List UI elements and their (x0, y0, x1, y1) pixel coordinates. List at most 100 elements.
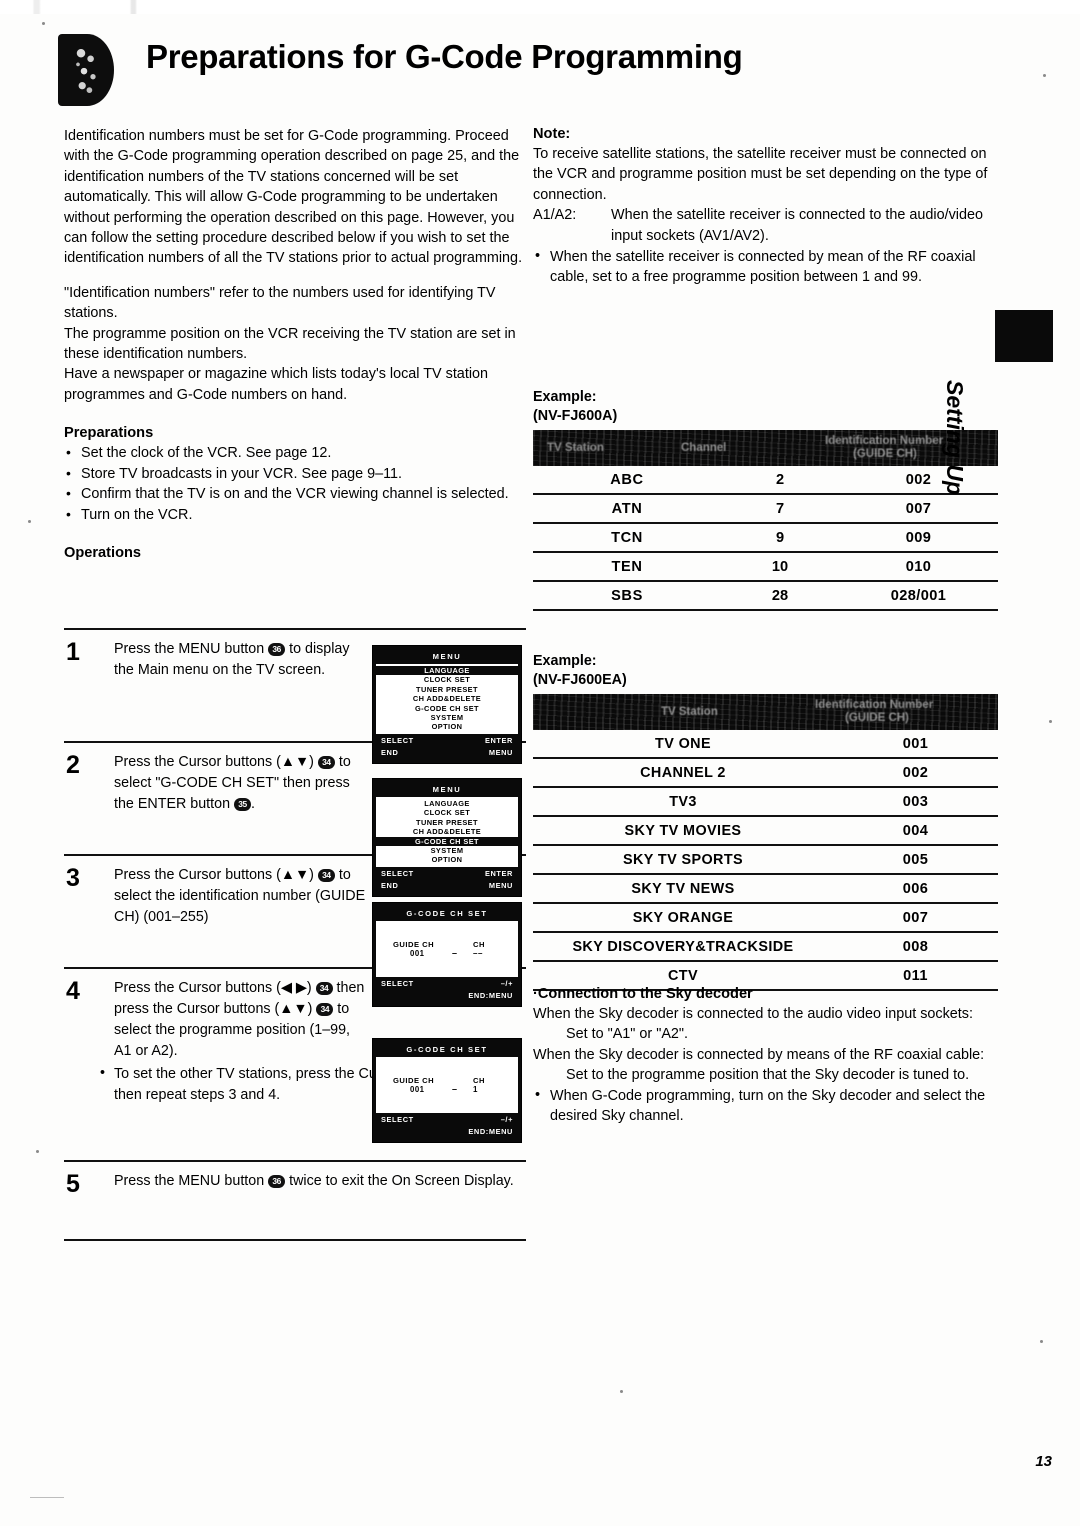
left-column: Identification numbers must be set for G… (64, 126, 526, 563)
tv-guide-ch-label: GUIDE CH (393, 940, 435, 949)
cell-station: SKY TV SPORTS (622, 851, 744, 868)
tv-dash-separator: – (452, 1084, 458, 1094)
cell-channel: 10 (771, 558, 789, 575)
list-item: Confirm that the TV is on and the VCR vi… (64, 483, 526, 504)
sky-line-4: Set to the programme position that the S… (566, 1067, 970, 1084)
step-text-part: Press the Cursor buttons (▲▼) (114, 867, 318, 883)
cell-id: 006 (902, 880, 929, 897)
tv-footer-menu: MENU (488, 747, 513, 757)
bullet-glyph: • (535, 1086, 541, 1103)
tv-screen-step-1: MENU LANGUAGE CLOCK SET TUNER PRESET CH … (372, 645, 522, 764)
tv-menu-item-gcode-ch-set: G-CODE CH SET (376, 836, 518, 847)
tv-gcode-title: G-CODE CH SET (406, 1045, 488, 1054)
step-number: 2 (66, 751, 80, 779)
step-text-part: Press the Cursor buttons (▲▼) (114, 754, 318, 770)
cell-channel: 28 (771, 587, 789, 604)
bullet-glyph: • (535, 248, 541, 265)
section-tab-label: Setting Up (942, 380, 968, 495)
tv-menu-item-clock-set: CLOCK SET (423, 675, 471, 685)
scan-speck (1040, 1340, 1043, 1343)
step-text: Press the Cursor buttons (◀ ▶) 34 then p… (114, 978, 368, 1062)
step-text: Press the MENU button 36 twice to exit t… (114, 1171, 520, 1192)
operations-heading: Operations (64, 544, 142, 561)
column-header-identification-number: Identification Number (815, 699, 934, 711)
note-heading: Note: (533, 126, 571, 142)
tv-menu-item-system: SYSTEM (430, 713, 464, 723)
cell-station: CHANNEL 2 (640, 764, 726, 781)
column-header-guide-ch: (GUIDE CH) (853, 448, 917, 460)
example-1-label-line1: Example: (533, 389, 597, 405)
example-2-table-header: TV Station Identification Number (GUIDE … (533, 694, 998, 730)
sky-decoder-section: ·Connection to the Sky decoder When the … (533, 986, 1020, 1126)
tv-footer-row-2: END MENU (376, 748, 518, 760)
table-row: SKY ORANGE 007 (533, 904, 998, 933)
tv-menu-item-language: LANGUAGE (424, 799, 470, 808)
cell-id: 007 (905, 500, 932, 517)
cell-station: TV3 (669, 793, 697, 810)
scan-speck (1043, 74, 1046, 77)
tv-menu-item-clock-set: CLOCK SET (423, 808, 471, 818)
step-text: Press the MENU button 36 to display the … (114, 639, 368, 681)
tv-menu-list: LANGUAGE CLOCK SET TUNER PRESET CH ADD&D… (376, 664, 518, 734)
tv-footer-minus-plus: –/+ (500, 1115, 513, 1124)
scan-speck (1049, 720, 1052, 723)
tv-guide-ch-label: GUIDE CH (393, 1076, 435, 1085)
tv-footer-enter: ENTER (484, 735, 513, 745)
tv-footer-row-1: SELECT ENTER (376, 867, 518, 881)
table-row: ATN 7 007 (533, 495, 998, 524)
tv-menu-item-option: OPTION (431, 722, 463, 732)
step-text: Press the Cursor buttons (▲▼) 34 to sele… (114, 752, 368, 815)
sky-line-2: Set to "A1" or "A2". (566, 1026, 689, 1043)
remote-button-badge: 34 (317, 869, 335, 882)
scan-edge-mark (30, 1496, 64, 1498)
cell-station: SKY ORANGE (632, 909, 734, 926)
cell-station: ATN (611, 500, 643, 517)
tv-footer-select: SELECT (381, 735, 414, 745)
step-number: 4 (66, 977, 80, 1005)
tv-ch-value: 1 (473, 1085, 478, 1094)
step-text-part: Press the MENU button (114, 641, 269, 657)
tv-screen-step-4: G-CODE CH SET GUIDE CH 001 – CH 1 SELECT… (372, 1038, 522, 1143)
table-row: TV ONE 001 (533, 730, 998, 759)
tv-screen-step-2: MENU LANGUAGE CLOCK SET TUNER PRESET CH … (372, 778, 522, 897)
cell-id: 005 (902, 851, 929, 868)
tv-footer-row-2: END MENU (376, 881, 518, 893)
tv-screen-step-3: G-CODE CH SET GUIDE CH 001 – CH –– SELEC… (372, 902, 522, 1007)
note-body: To receive satellite stations, the satel… (533, 146, 988, 203)
note-bullet: • When the satellite receiver is connect… (533, 247, 1003, 288)
tv-dash-separator: – (452, 948, 458, 958)
remote-button-badge: 36 (268, 1175, 286, 1188)
intro-paragraph: Identification numbers must be set for G… (64, 128, 523, 267)
sky-decoder-heading: ·Connection to the Sky decoder (533, 986, 753, 1002)
sky-bullet-text: When G-Code programming, turn on the Sky… (550, 1087, 986, 1125)
step-text-part: twice to exit the On Screen Display. (285, 1173, 514, 1189)
right-column: Note: To receive satellite stations, the… (533, 126, 1003, 288)
tv-menu-item-system: SYSTEM (430, 846, 464, 856)
tv-gcode-panel: GUIDE CH 001 – CH –– (376, 921, 518, 977)
column-header-channel: Channel (681, 442, 727, 454)
tv-menu-item-gcode-ch-set: G-CODE CH SET (415, 703, 479, 713)
tv-footer-select: SELECT (381, 979, 414, 988)
tv-menu-item-tuner-preset: TUNER PRESET (416, 817, 478, 827)
tv-footer-row-1: SELECT –/+ (376, 977, 518, 991)
remote-button-badge: 35 (234, 798, 251, 811)
tv-footer-row-2: END:MENU (376, 991, 518, 1003)
sky-line-3: When the Sky decoder is connected by mea… (533, 1046, 985, 1063)
example-1-block: Example: (NV-FJ600A) TV Station Channel … (533, 388, 1003, 611)
tv-footer-menu: MENU (488, 880, 513, 890)
table-row: SKY TV MOVIES 004 (533, 817, 998, 846)
tv-ch-value: –– (473, 949, 483, 958)
tv-menu-item-ch-add-delete: CH ADD&DELETE (412, 827, 482, 837)
cell-station: SKY TV NEWS (631, 880, 735, 897)
column-header-identification-number: Identification Number (825, 435, 944, 447)
tv-ch-label: CH (473, 940, 485, 949)
table-row: SBS 28 028/001 (533, 582, 998, 611)
example-1-label-line2: (NV-FJ600A) (533, 408, 618, 424)
list-item: Turn on the VCR. (64, 503, 526, 525)
cell-station: TEN (611, 558, 643, 575)
sky-line-1: When the Sky decoder is connected to the… (533, 1006, 973, 1022)
tv-menu-title: MENU (432, 652, 462, 661)
cell-id: 007 (902, 909, 929, 926)
step-number: 3 (66, 864, 80, 892)
table-row: TCN 9 009 (533, 524, 998, 553)
